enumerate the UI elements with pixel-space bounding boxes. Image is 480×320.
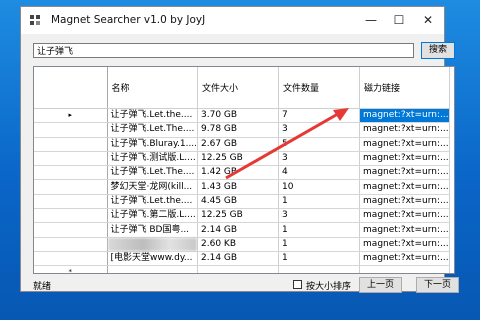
app-icon — [30, 15, 41, 26]
cell-magnet-link[interactable]: magnet:?xt=urn:... — [359, 122, 451, 138]
cell-size[interactable]: 1.42 GB — [197, 165, 280, 181]
table-row[interactable]: 2.60 KB 1 magnet:?xt=urn:... — [34, 237, 451, 252]
cell-magnet-link[interactable]: magnet:?xt=urn:... — [359, 151, 451, 167]
cell-count[interactable]: 3 — [278, 151, 361, 167]
close-button[interactable]: ✕ — [416, 11, 440, 29]
cell-count[interactable]: 3 — [278, 208, 361, 224]
cell-size[interactable]: 1.43 GB — [197, 179, 280, 195]
cell-count[interactable]: 1 — [278, 194, 361, 210]
cell-magnet-link[interactable]: magnet:?xt=urn:... — [359, 222, 451, 238]
cell-name[interactable]: 让子弹飞.测试版.L.... — [107, 151, 199, 167]
maximize-button[interactable]: ☐ — [387, 11, 411, 29]
cell-count[interactable]: 1 — [278, 222, 361, 238]
cell-name[interactable]: 让子弹飞.Let.the.... — [107, 108, 199, 124]
cell-size[interactable]: 4.45 GB — [197, 194, 280, 210]
table-row[interactable]: 让子弹飞.Let.The.... 9.78 GB 3 magnet:?xt=urn:.… — [34, 122, 451, 138]
next-page-button[interactable]: 下一页 — [416, 277, 459, 293]
cell-name[interactable]: 让子弹飞.Let.The.... — [107, 122, 199, 138]
results-grid[interactable]: 名称 文件大小 文件数量 磁力链接 ▸ 让子弹飞.Let.the.... 3.70 … — [33, 66, 455, 274]
row-header[interactable] — [34, 237, 108, 252]
prev-page-button[interactable]: 上一页 — [359, 277, 402, 293]
row-header[interactable] — [34, 251, 108, 267]
cell-name[interactable]: [电影天堂www.dy... — [107, 251, 199, 267]
cell-size[interactable]: 2.60 KB — [197, 237, 280, 252]
cell-magnet-link[interactable]: magnet:?xt=urn:... — [359, 237, 451, 252]
cell-size[interactable]: 9.78 GB — [197, 122, 280, 138]
new-row-cell[interactable] — [107, 265, 199, 273]
cell-count[interactable]: 4 — [278, 165, 361, 181]
sort-by-size-label[interactable]: 按大小排序 — [306, 279, 351, 292]
row-header[interactable] — [34, 208, 108, 224]
cell-name[interactable]: 梦幻天堂·龙网(kill... — [107, 179, 199, 195]
window-title: Magnet Searcher v1.0 by JoyJ — [51, 14, 206, 26]
new-row-cell[interactable] — [197, 265, 280, 273]
cell-count[interactable]: 10 — [278, 179, 361, 195]
new-row[interactable]: * — [34, 265, 451, 273]
cell-name[interactable]: 让子弹飞.Let.the.... — [107, 194, 199, 210]
new-row-cell[interactable] — [359, 265, 451, 273]
row-header-corner[interactable] — [34, 67, 108, 109]
table-row[interactable]: ▸ 让子弹飞.Let.the.... 3.70 GB 7 magnet:?xt=urn:… — [34, 108, 451, 124]
cell-magnet-link[interactable]: magnet:?xt=urn:... — [359, 137, 451, 152]
cell-count[interactable]: 1 — [278, 237, 361, 252]
cell-count[interactable]: 5 — [278, 137, 361, 152]
cell-magnet-link[interactable]: magnet:?xt=urn:... — [359, 194, 451, 210]
cell-count[interactable]: 7 — [278, 108, 361, 124]
search-button[interactable]: 搜索 — [421, 42, 455, 59]
cell-name[interactable]: 让子弹飞.第二版.L.... — [107, 208, 199, 224]
title-bar[interactable]: Magnet Searcher v1.0 by JoyJ — ☐ ✕ — [21, 7, 444, 34]
column-header-size[interactable]: 文件大小 — [197, 67, 280, 109]
cell-magnet-link[interactable]: magnet:?xt=urn:... — [359, 251, 451, 267]
cell-size[interactable]: 2.14 GB — [197, 222, 280, 238]
column-header-count[interactable]: 文件数量 — [278, 67, 361, 109]
cell-magnet-link[interactable]: magnet:?xt=urn:... — [359, 208, 451, 224]
cell-size[interactable]: 12.25 GB — [197, 208, 280, 224]
table-row[interactable]: 让子弹飞.第二版.L.... 12.25 GB 3 magnet:?xt=urn:..… — [34, 208, 451, 224]
cell-name[interactable]: 让子弹飞 BD国粤... — [107, 222, 199, 238]
table-row[interactable]: 让子弹飞.Let.the.... 4.45 GB 1 magnet:?xt=urn:.… — [34, 194, 451, 210]
row-header[interactable]: ▸ — [34, 108, 108, 124]
new-row-cell[interactable] — [278, 265, 361, 273]
cell-name[interactable] — [107, 237, 199, 252]
app-window: Magnet Searcher v1.0 by JoyJ — ☐ ✕ 搜索 名称… — [20, 6, 459, 293]
sort-by-size-checkbox[interactable] — [293, 280, 302, 289]
row-header[interactable] — [34, 122, 108, 138]
column-header-name[interactable]: 名称 — [107, 67, 199, 109]
row-header[interactable] — [34, 194, 108, 210]
cell-name[interactable]: 让子弹飞.Bluray.1.... — [107, 137, 199, 152]
cell-name[interactable]: 让子弹飞.Let.The.... — [107, 165, 199, 181]
cell-size[interactable]: 3.70 GB — [197, 108, 280, 124]
row-header[interactable] — [34, 165, 108, 181]
results-table: 名称 文件大小 文件数量 磁力链接 ▸ 让子弹飞.Let.the.... 3.70 … — [34, 67, 451, 273]
cell-size[interactable]: 2.67 GB — [197, 137, 280, 152]
table-row[interactable]: 让子弹飞 BD国粤... 2.14 GB 1 magnet:?xt=urn:... — [34, 222, 451, 238]
cell-count[interactable]: 1 — [278, 251, 361, 267]
minimize-button[interactable]: — — [359, 11, 383, 29]
table-row[interactable]: 让子弹飞.Bluray.1.... 2.67 GB 5 magnet:?xt=urn:… — [34, 137, 451, 152]
cell-size[interactable]: 2.14 GB — [197, 251, 280, 267]
row-header[interactable] — [34, 179, 108, 195]
table-row[interactable]: 让子弹飞.Let.The.... 1.42 GB 4 magnet:?xt=urn:.… — [34, 165, 451, 181]
cell-magnet-link[interactable]: magnet:?xt=urn:... — [359, 108, 451, 124]
row-header[interactable] — [34, 151, 108, 167]
cell-magnet-link[interactable]: magnet:?xt=urn:... — [359, 179, 451, 195]
table-row[interactable]: 梦幻天堂·龙网(kill... 1.43 GB 10 magnet:?xt=urn:.… — [34, 179, 451, 195]
row-header[interactable] — [34, 137, 108, 152]
table-row[interactable]: 让子弹飞.测试版.L.... 12.25 GB 3 magnet:?xt=urn:..… — [34, 151, 451, 167]
cell-size[interactable]: 12.25 GB — [197, 151, 280, 167]
status-text: 就绪 — [33, 282, 52, 292]
new-row-header[interactable]: * — [34, 265, 108, 273]
column-header-magnet[interactable]: 磁力链接 — [359, 67, 451, 109]
search-input[interactable] — [33, 43, 414, 58]
cell-magnet-link[interactable]: magnet:?xt=urn:... — [359, 165, 451, 181]
cell-count[interactable]: 3 — [278, 122, 361, 138]
row-header[interactable] — [34, 222, 108, 238]
table-row[interactable]: [电影天堂www.dy... 2.14 GB 1 magnet:?xt=urn:... — [34, 251, 451, 267]
